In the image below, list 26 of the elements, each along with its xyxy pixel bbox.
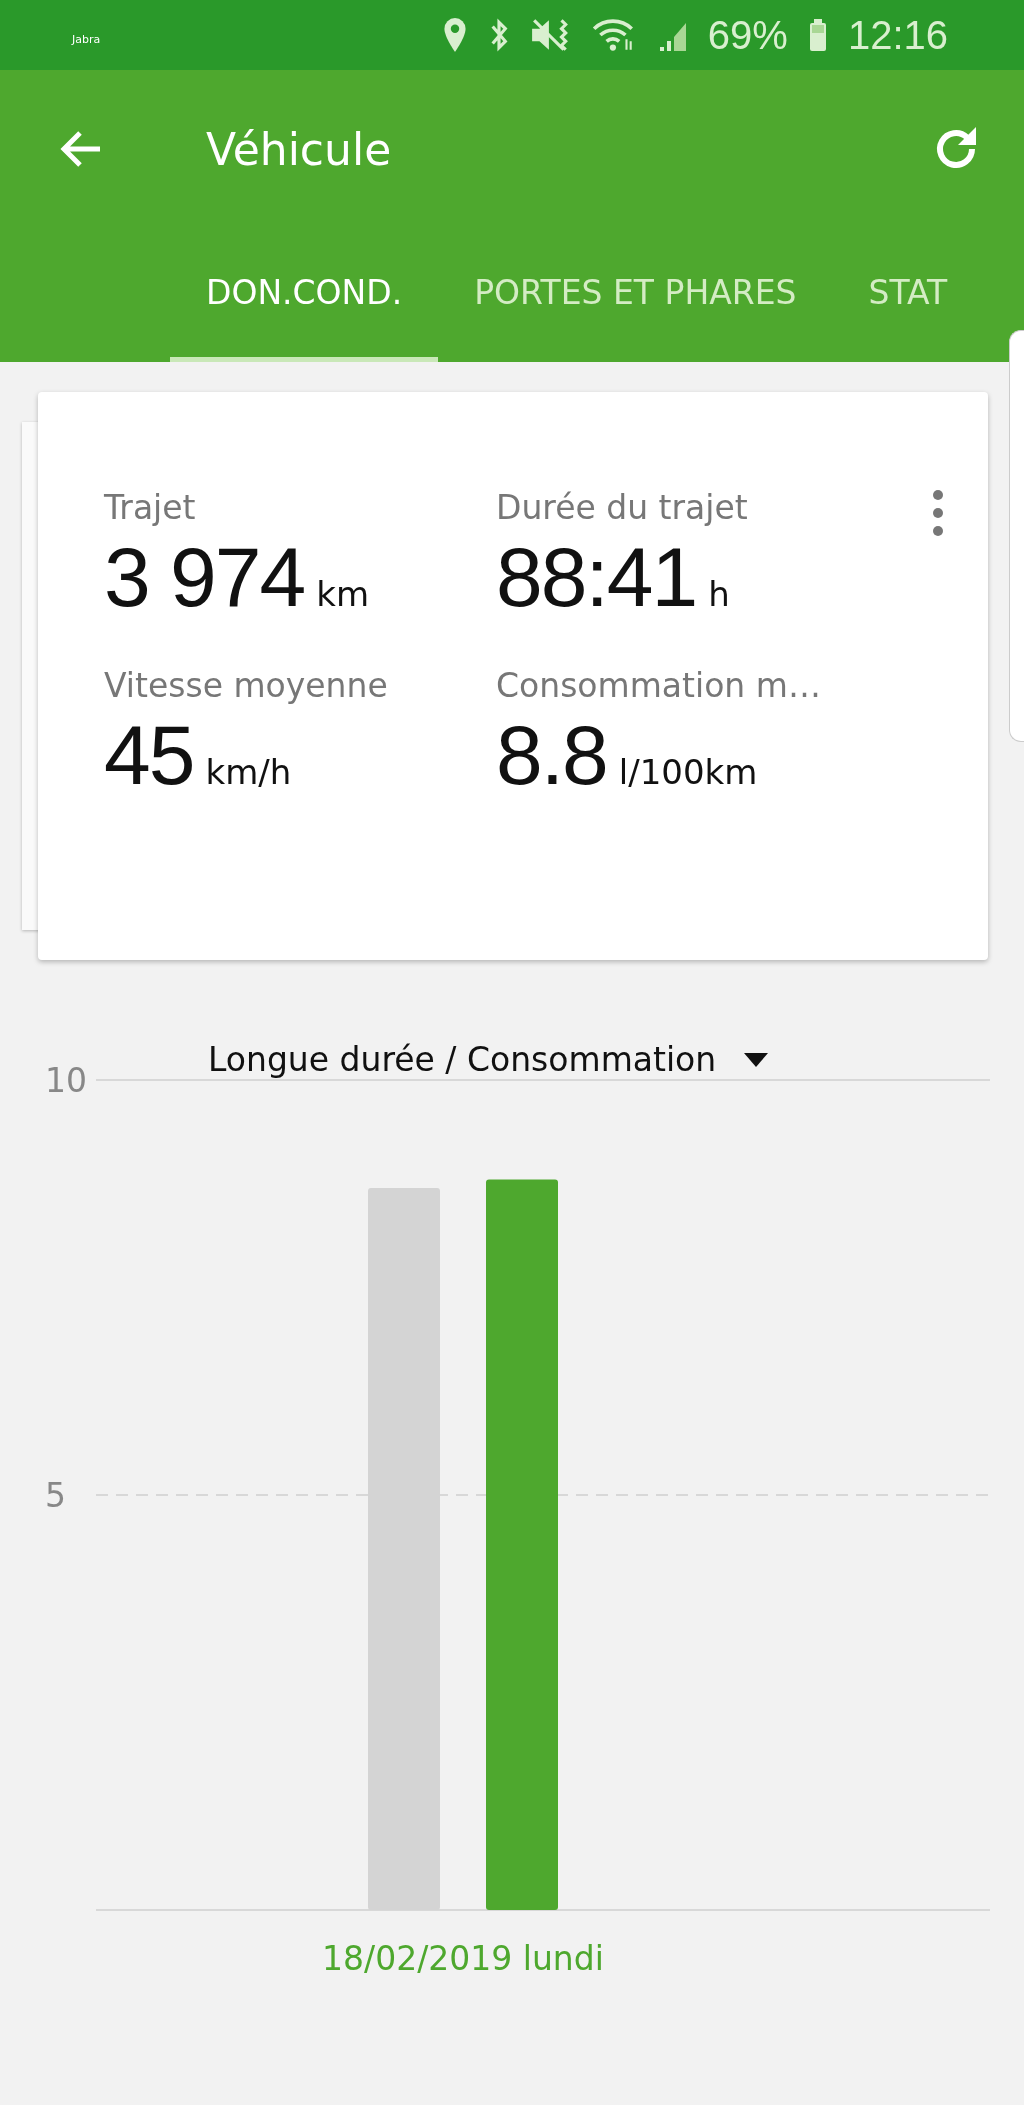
stat-value: 8.8 [496,707,607,804]
stat-unit: l/100km [618,752,758,792]
tab[interactable]: STAT [832,228,984,362]
app-label: Jabra [72,31,101,46]
tab[interactable]: PORTES ET PHARES [438,228,833,362]
stat-label: Durée du trajet [496,488,748,527]
axis-tick-label: 5 [45,1475,66,1515]
stat-unit: km [316,574,370,614]
stat-label: Vitesse moyenne [104,666,388,705]
stat-value: 88:41 [496,529,697,626]
stat-label: Consommation m… [496,666,821,705]
battery-percentage: 69% [707,12,788,58]
stat-unit: km/h [205,752,292,792]
stat-value: 3 974 [104,529,305,626]
date-label: 18/02/2019 lundi [322,1939,604,1978]
battery-icon [807,16,828,54]
stat-label: Trajet [104,488,196,527]
screen-title: Véhicule [206,123,393,175]
caret-icon [744,1052,769,1067]
stat-unit: h [708,574,730,614]
location-icon [441,16,468,54]
axis-tick-label: 10 [45,1060,87,1100]
clock-time: 12:16 [847,12,948,58]
stat-value: 45 [104,707,194,804]
chart-selector-dropdown[interactable]: Longue durée / Consommation [208,1040,769,1079]
tab[interactable]: DON.COND. [170,228,439,362]
